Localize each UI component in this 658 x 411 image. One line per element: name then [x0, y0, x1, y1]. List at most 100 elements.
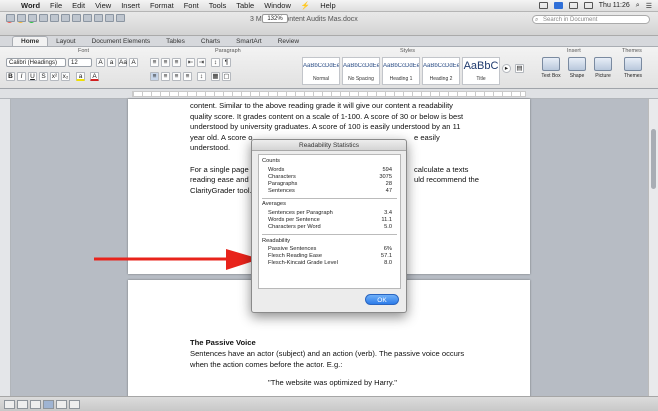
wifi-icon[interactable] — [568, 2, 578, 9]
stat-row: Characters per Word 5.0 — [268, 224, 392, 231]
page1-line-3: understood by university graduates. A sc… — [190, 122, 461, 132]
styles-more-icon[interactable]: ▸ — [502, 64, 511, 73]
subscript-icon[interactable]: x₂ — [61, 72, 70, 81]
shape-button[interactable]: Shape — [564, 57, 590, 85]
print-layout-view-icon[interactable] — [43, 399, 54, 409]
spotlight-icon[interactable]: ⌕ — [636, 2, 640, 10]
font-color-icon[interactable]: A — [90, 72, 99, 81]
stat-row: Paragraphs 28 — [268, 181, 392, 188]
notifications-icon[interactable]: ☰ — [646, 2, 652, 10]
underline-icon[interactable]: U — [28, 72, 37, 81]
line-spacing-icon[interactable]: ↕ — [197, 72, 206, 81]
redo-icon[interactable] — [116, 14, 125, 22]
styles-pane-icon[interactable]: ▤ — [515, 64, 524, 73]
clock[interactable]: Thu 11:26 — [599, 2, 630, 9]
search-icon: ⌕ — [535, 17, 539, 23]
align-right-icon[interactable]: ≡ — [172, 72, 181, 81]
borders-icon[interactable]: ▢ — [222, 72, 231, 81]
tab-smartart[interactable]: SmartArt — [228, 37, 270, 46]
sort-icon[interactable]: ↕ — [211, 58, 220, 67]
menu-window[interactable]: Window — [259, 1, 296, 10]
quick-access-toolbar — [6, 14, 125, 22]
menu-app[interactable]: Word — [16, 1, 45, 10]
menu-edit[interactable]: Edit — [67, 1, 90, 10]
style-title[interactable]: AaBbC Title — [462, 57, 500, 85]
templates-icon[interactable] — [17, 14, 26, 22]
save-icon[interactable] — [39, 14, 48, 22]
vertical-ruler[interactable] — [0, 99, 11, 396]
superscript-icon[interactable]: x² — [50, 72, 59, 81]
notebook-view-icon[interactable] — [56, 399, 67, 409]
menu-font[interactable]: Font — [179, 1, 204, 10]
menu-table[interactable]: Table — [231, 1, 259, 10]
style-no-spacing[interactable]: AaBbCcDdEe No Spacing — [342, 57, 380, 85]
page1-line-4: year old. A score o — [190, 132, 253, 142]
tab-home[interactable]: Home — [12, 36, 49, 46]
bullets-icon[interactable]: ≡ — [150, 58, 159, 67]
ok-button[interactable]: OK — [365, 294, 399, 305]
horizontal-ruler[interactable] — [0, 89, 658, 99]
picture-button[interactable]: Picture — [590, 57, 616, 85]
copy-icon[interactable] — [72, 14, 81, 22]
change-case-icon[interactable]: Aa — [118, 58, 127, 67]
draft-view-icon[interactable] — [4, 399, 15, 409]
justify-icon[interactable]: ≡ — [183, 72, 192, 81]
zoom-field[interactable]: 132% — [262, 14, 288, 23]
style-title-sample: AaBbC — [463, 60, 499, 72]
style-normal[interactable]: AaBbCcDdEe Normal — [302, 57, 340, 85]
stat-value: 28 — [385, 181, 392, 187]
style-heading-1[interactable]: AaBbCcDdEe Heading 1 — [382, 57, 420, 85]
vertical-scrollbar[interactable] — [648, 99, 658, 396]
text-box-button[interactable]: Text Box — [538, 57, 564, 85]
volume-icon[interactable] — [583, 2, 593, 9]
page1-line-8: reading ease and r — [190, 175, 254, 185]
show-marks-icon[interactable]: ¶ — [222, 58, 231, 67]
strikethrough-icon[interactable]: S — [39, 72, 48, 81]
menu-tools[interactable]: Tools — [204, 1, 232, 10]
dropbox-icon[interactable] — [538, 2, 548, 9]
multilevel-icon[interactable]: ≡ — [172, 58, 181, 67]
align-center-icon[interactable]: ≡ — [161, 72, 170, 81]
numbering-icon[interactable]: ≡ — [161, 58, 170, 67]
shrink-font-icon[interactable]: a — [107, 58, 116, 67]
menu-help[interactable]: Help — [315, 1, 340, 10]
tab-layout[interactable]: Layout — [48, 37, 84, 46]
italic-icon[interactable]: I — [17, 72, 26, 81]
scroll-thumb[interactable] — [651, 129, 656, 189]
menu-format[interactable]: Format — [145, 1, 179, 10]
format-painter-icon[interactable] — [94, 14, 103, 22]
menu-insert[interactable]: Insert — [116, 1, 145, 10]
highlight-icon[interactable]: a — [76, 72, 85, 81]
new-doc-icon[interactable] — [6, 14, 15, 22]
tab-document-elements[interactable]: Document Elements — [84, 37, 159, 46]
cut-icon[interactable] — [61, 14, 70, 22]
open-icon[interactable] — [28, 14, 37, 22]
print-icon[interactable] — [50, 14, 59, 22]
menu-file[interactable]: File — [45, 1, 67, 10]
outline-view-icon[interactable] — [17, 399, 28, 409]
grow-font-icon[interactable]: A — [96, 58, 105, 67]
clear-format-icon[interactable]: A — [129, 58, 138, 67]
shading-icon[interactable]: ▦ — [211, 72, 220, 81]
tab-charts[interactable]: Charts — [193, 37, 228, 46]
font-name-select[interactable]: Calibri (Headings) — [6, 58, 66, 67]
sync-icon[interactable] — [553, 2, 563, 9]
paste-icon[interactable] — [83, 14, 92, 22]
bold-icon[interactable]: B — [6, 72, 15, 81]
tab-tables[interactable]: Tables — [158, 37, 193, 46]
themes-button[interactable]: Themes — [620, 57, 646, 85]
focus-view-icon[interactable] — [69, 399, 80, 409]
search-input[interactable]: ⌕ Search in Document — [532, 15, 650, 24]
menu-view[interactable]: View — [90, 1, 116, 10]
decrease-indent-icon[interactable]: ⇤ — [186, 58, 195, 67]
tab-review[interactable]: Review — [270, 37, 307, 46]
style-heading-2[interactable]: AaBbCcDdEe Heading 2 — [422, 57, 460, 85]
undo-icon[interactable] — [105, 14, 114, 22]
publishing-view-icon[interactable] — [30, 399, 41, 409]
script-menu-icon[interactable]: ⚡ — [296, 1, 315, 10]
increase-indent-icon[interactable]: ⇥ — [197, 58, 206, 67]
align-left-icon[interactable]: ≡ — [150, 72, 159, 81]
font-size-select[interactable]: 12 — [68, 58, 92, 67]
picture-icon — [594, 57, 612, 71]
stat-value: 3075 — [379, 174, 392, 180]
